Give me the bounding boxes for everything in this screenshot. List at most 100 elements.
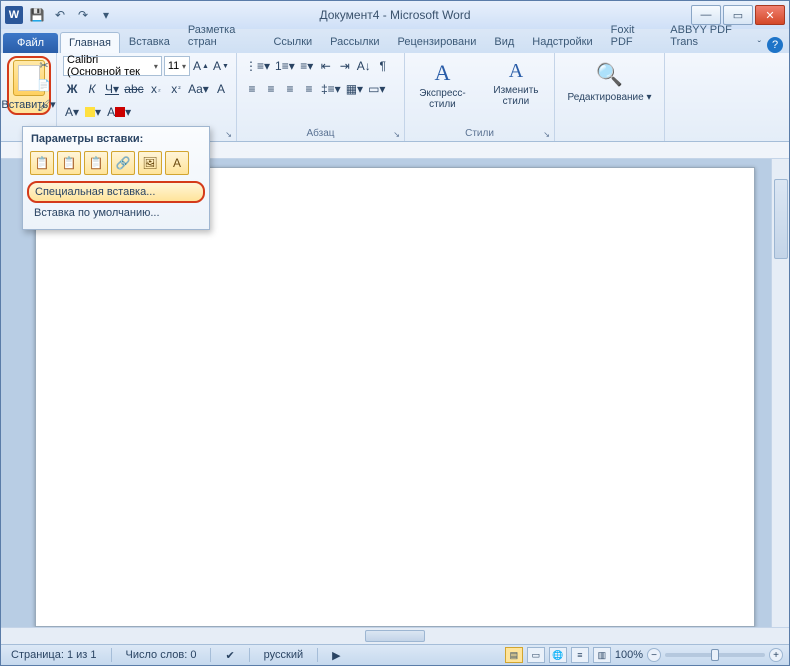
quick-styles-button[interactable]: A Экспресс-стили — [411, 60, 474, 110]
paragraph-dialog-launcher[interactable]: ↘ — [393, 130, 400, 139]
status-macro-icon[interactable]: ▶ — [328, 649, 344, 662]
format-painter-icon[interactable]: 🖌 — [36, 97, 52, 113]
paste-option-link[interactable]: 🔗 — [111, 151, 135, 175]
undo-icon[interactable]: ↶ — [50, 5, 70, 25]
italic-button[interactable]: К — [83, 79, 101, 99]
document-page[interactable] — [35, 167, 755, 627]
styles-icon: A — [435, 60, 451, 86]
font-name-value: Calibri (Основной тек — [67, 54, 154, 78]
underline-button[interactable]: Ч▾ — [103, 79, 121, 99]
cut-icon[interactable]: ✂ — [36, 57, 52, 73]
view-fullscreen[interactable]: ▭ — [527, 647, 545, 663]
tab-abbyy[interactable]: ABBYY PDF Trans — [661, 19, 757, 53]
shrink-font-icon[interactable]: A▼ — [212, 56, 230, 76]
status-language[interactable]: русский — [260, 649, 307, 661]
scroll-thumb[interactable] — [365, 630, 425, 642]
shading-button[interactable]: ▦▾ — [344, 79, 365, 99]
strikethrough-button[interactable]: abc — [123, 79, 145, 99]
close-button[interactable]: ✕ — [755, 5, 785, 25]
align-center-button[interactable]: ≡ — [262, 79, 280, 99]
scroll-thumb[interactable] — [774, 179, 788, 259]
highlight-swatch — [85, 107, 95, 117]
styles-dialog-launcher[interactable]: ↘ — [543, 130, 550, 139]
redo-icon[interactable]: ↷ — [73, 5, 93, 25]
vertical-scrollbar[interactable] — [771, 159, 789, 627]
view-print-layout[interactable]: ▤ — [505, 647, 523, 663]
paste-option-keep-source[interactable]: 📋 — [30, 151, 54, 175]
help-icon[interactable]: ? — [767, 37, 783, 53]
line-spacing-button[interactable]: ‡≡▾ — [319, 79, 343, 99]
multilevel-button[interactable]: ≡▾ — [298, 56, 316, 76]
tab-home[interactable]: Главная — [60, 32, 120, 53]
window-title: Документ4 - Microsoft Word — [319, 8, 470, 22]
tab-insert[interactable]: Вставка — [120, 31, 179, 53]
menu-default-paste[interactable]: Вставка по умолчанию... — [27, 203, 205, 223]
save-icon[interactable]: 💾 — [27, 5, 47, 25]
tab-addins[interactable]: Надстройки — [523, 31, 601, 53]
font-color-swatch — [115, 107, 125, 117]
zoom-knob[interactable] — [711, 649, 719, 661]
font-dialog-launcher[interactable]: ↘ — [225, 130, 232, 139]
bullets-button[interactable]: ⋮≡▾ — [243, 56, 272, 76]
justify-button[interactable]: ≡ — [300, 79, 318, 99]
superscript-button[interactable]: x² — [167, 79, 185, 99]
font-color-button[interactable]: A▾ — [105, 102, 133, 122]
tab-references[interactable]: Ссылки — [264, 31, 321, 53]
menu-special-paste[interactable]: Специальная вставка... — [27, 181, 205, 203]
status-page[interactable]: Страница: 1 из 1 — [7, 649, 101, 661]
view-draft[interactable]: ▥ — [593, 647, 611, 663]
bold-button[interactable]: Ж — [63, 79, 81, 99]
tab-review[interactable]: Рецензировани — [389, 31, 486, 53]
paste-option-text-only[interactable]: A — [165, 151, 189, 175]
tab-layout[interactable]: Разметка стран — [179, 19, 265, 53]
copy-icon[interactable]: 📄 — [36, 77, 52, 93]
decrease-indent-button[interactable]: ⇤ — [317, 56, 335, 76]
tab-view[interactable]: Вид — [485, 31, 523, 53]
zoom-value[interactable]: 100% — [615, 649, 643, 661]
highlight-button[interactable]: ▾ — [83, 102, 103, 122]
editing-label: Редактирование — [568, 92, 644, 103]
change-case-button[interactable]: Aa▾ — [187, 79, 210, 99]
font-size-value: 11 — [168, 60, 179, 72]
horizontal-scrollbar[interactable] — [1, 627, 789, 644]
paste-option-use-dest[interactable]: 📋 — [84, 151, 108, 175]
paste-option-merge[interactable]: 📋 — [57, 151, 81, 175]
clear-formatting-button[interactable]: A — [212, 79, 230, 99]
paste-options-row: 📋 📋 📋 🔗 🖼 A — [27, 149, 205, 181]
group-paragraph: ⋮≡▾ 1≡▾ ≡▾ ⇤ ⇥ A↓ ¶ ≡ ≡ ≡ ≡ ‡≡▾ ▦▾ ▭▾ Аб… — [237, 53, 405, 141]
grow-font-icon[interactable]: A▲ — [192, 56, 210, 76]
text-effects-button[interactable]: A▾ — [63, 102, 81, 122]
status-proofing-icon[interactable]: ✔ — [221, 649, 238, 662]
font-size-select[interactable]: 11▾ — [164, 56, 190, 76]
borders-button[interactable]: ▭▾ — [366, 79, 387, 99]
paste-options-header: Параметры вставки: — [27, 131, 205, 149]
paste-option-picture[interactable]: 🖼 — [138, 151, 162, 175]
align-right-button[interactable]: ≡ — [281, 79, 299, 99]
increase-indent-button[interactable]: ⇥ — [336, 56, 354, 76]
qat-dropdown-icon[interactable]: ▾ — [96, 5, 116, 25]
app-window: W 💾 ↶ ↷ ▾ Документ4 - Microsoft Word ― ▭… — [0, 0, 790, 666]
show-marks-button[interactable]: ¶ — [374, 56, 392, 76]
collapse-ribbon-icon[interactable]: ˇ — [758, 40, 761, 51]
view-outline[interactable]: ≡ — [571, 647, 589, 663]
zoom-in-button[interactable]: + — [769, 648, 783, 662]
subscript-button[interactable]: x₂ — [147, 79, 165, 99]
group-styles: A Экспресс-стили A Изменить стили Стили↘ — [405, 53, 555, 141]
status-bar: Страница: 1 из 1 Число слов: 0 ✔ русский… — [1, 644, 789, 665]
font-name-select[interactable]: Calibri (Основной тек▾ — [63, 56, 162, 76]
tab-file[interactable]: Файл — [3, 33, 58, 53]
paste-dropdown-menu: Параметры вставки: 📋 📋 📋 🔗 🖼 A Специальн… — [22, 126, 210, 230]
editing-dropdown[interactable]: Редактирование ▾ — [568, 92, 652, 103]
view-web[interactable]: 🌐 — [549, 647, 567, 663]
change-styles-button[interactable]: A Изменить стили — [484, 60, 548, 107]
group-editing: 🔍 Редактирование ▾ — [555, 53, 665, 141]
chevron-down-icon: ▾ — [182, 62, 186, 71]
sort-button[interactable]: A↓ — [355, 56, 373, 76]
align-left-button[interactable]: ≡ — [243, 79, 261, 99]
numbering-button[interactable]: 1≡▾ — [273, 56, 297, 76]
zoom-out-button[interactable]: − — [647, 648, 661, 662]
zoom-slider[interactable] — [665, 653, 765, 657]
status-words[interactable]: Число слов: 0 — [122, 649, 201, 661]
tab-foxit[interactable]: Foxit PDF — [602, 19, 662, 53]
tab-mailings[interactable]: Рассылки — [321, 31, 388, 53]
